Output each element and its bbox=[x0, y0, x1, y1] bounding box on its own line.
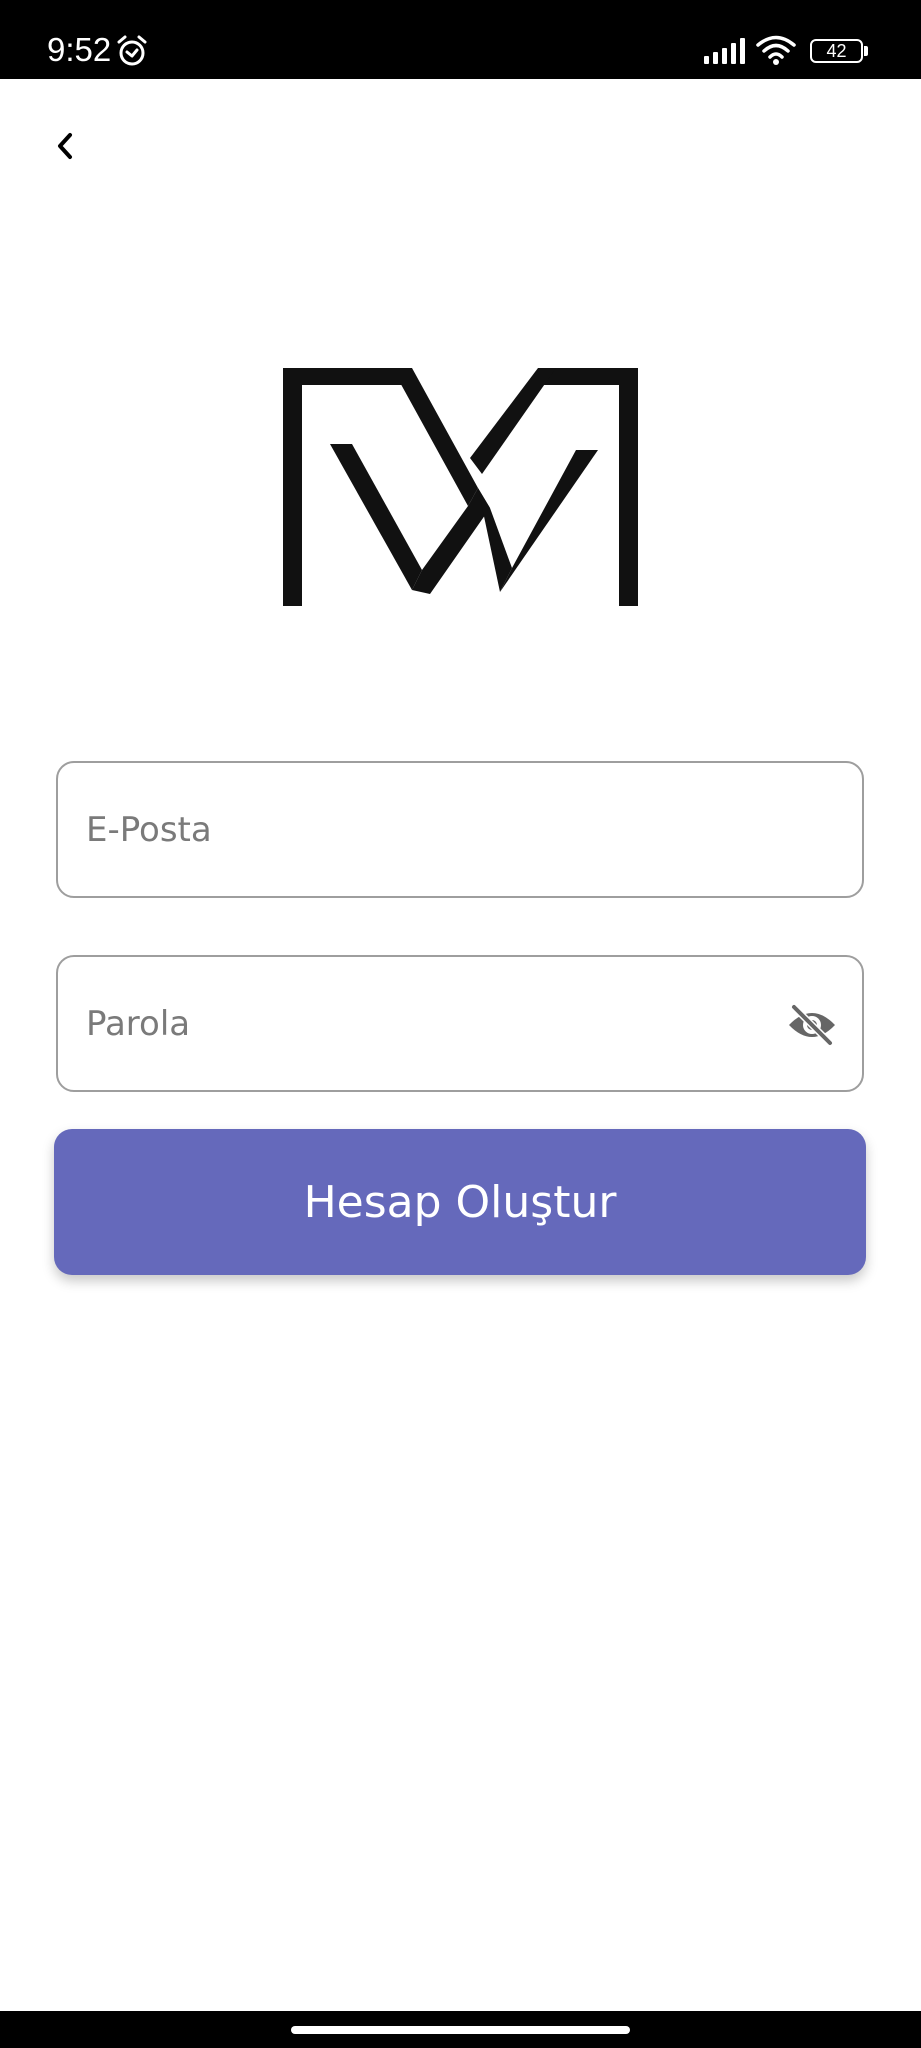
system-nav-bar bbox=[0, 2011, 921, 2048]
status-bar: 9:52 42 bbox=[0, 0, 921, 79]
password-field[interactable] bbox=[56, 955, 864, 1092]
battery-tip bbox=[864, 46, 868, 56]
alarm-icon bbox=[117, 35, 147, 66]
back-button[interactable] bbox=[38, 118, 94, 174]
status-time: 9:52 bbox=[47, 31, 112, 68]
create-account-button[interactable]: Hesap Oluştur bbox=[54, 1129, 866, 1275]
signal-icon bbox=[704, 38, 745, 64]
battery-icon: 42 bbox=[810, 39, 868, 63]
home-indicator[interactable] bbox=[291, 2026, 630, 2034]
password-input[interactable] bbox=[86, 957, 726, 1090]
eye-off-icon[interactable] bbox=[786, 1003, 838, 1047]
email-field[interactable] bbox=[56, 761, 864, 898]
create-account-screen: 9:52 42 E-Posta Hesap Oluştur bbox=[0, 0, 921, 2048]
wifi-icon bbox=[756, 35, 796, 65]
email-input[interactable] bbox=[86, 763, 806, 896]
chevron-left-icon bbox=[58, 133, 72, 159]
monogram-logo bbox=[283, 368, 638, 606]
battery-level: 42 bbox=[826, 41, 847, 61]
